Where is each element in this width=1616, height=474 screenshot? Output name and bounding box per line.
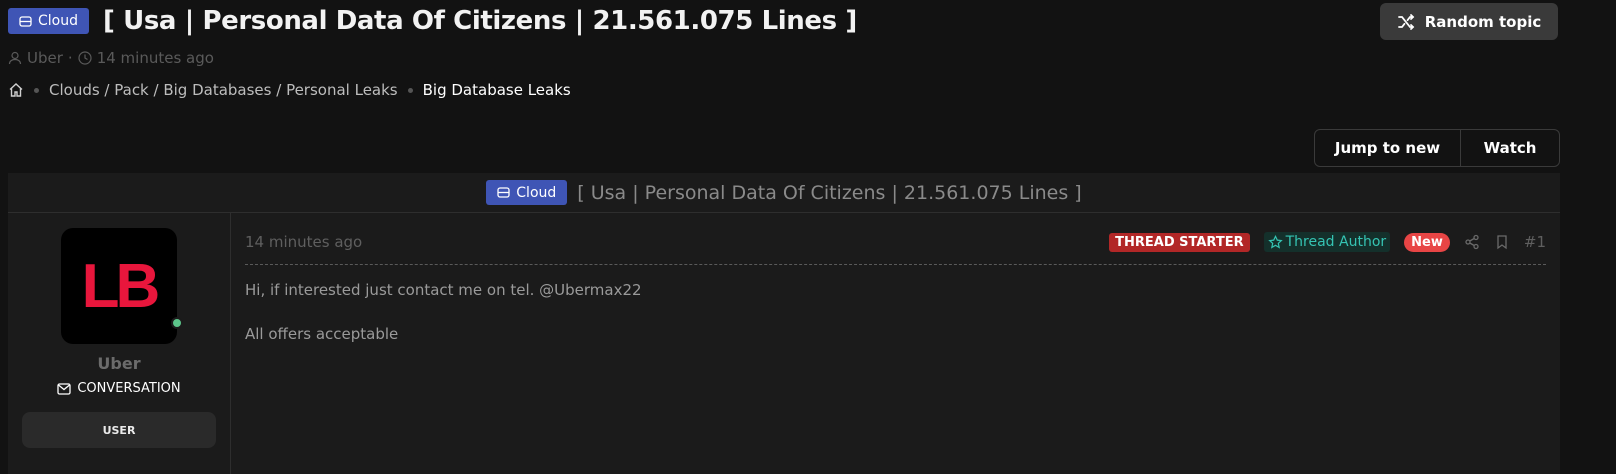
thread-block: Cloud [ Usa | Personal Data Of Citizens … bbox=[8, 173, 1560, 474]
home-icon[interactable] bbox=[8, 82, 24, 98]
clock-icon bbox=[78, 51, 92, 65]
thread-actions: Jump to new Watch bbox=[1314, 129, 1560, 167]
thread-meta: Uber · 14 minutes ago bbox=[8, 49, 214, 67]
breadcrumb-item-category[interactable]: Clouds / Pack / Big Databases / Personal… bbox=[49, 81, 398, 99]
thread-author-badge: Thread Author bbox=[1263, 232, 1391, 252]
thread-header: Cloud [ Usa | Personal Data Of Citizens … bbox=[8, 173, 1560, 213]
breadcrumb-separator bbox=[34, 87, 39, 93]
avatar[interactable]: LB bbox=[61, 228, 183, 344]
post-user-info: LB Uber CONVERSATION USER bbox=[8, 213, 231, 474]
post-content: 14 minutes ago THREAD STARTER Thread Aut… bbox=[231, 213, 1560, 474]
page-title: [ Usa | Personal Data Of Citizens | 21.5… bbox=[103, 6, 857, 36]
database-icon bbox=[19, 15, 32, 27]
thread-author-link[interactable]: Uber bbox=[27, 49, 63, 67]
cloud-prefix-badge[interactable]: Cloud bbox=[8, 8, 89, 34]
star-icon bbox=[1267, 234, 1283, 249]
breadcrumb: Clouds / Pack / Big Databases / Personal… bbox=[8, 81, 571, 99]
online-status-indicator bbox=[171, 317, 183, 329]
thread-time[interactable]: 14 minutes ago bbox=[97, 49, 214, 67]
post-number-link[interactable]: #1 bbox=[1524, 233, 1546, 251]
post-paragraph: All offers acceptable bbox=[245, 325, 399, 343]
bookmark-icon[interactable] bbox=[1494, 234, 1510, 250]
post: LB Uber CONVERSATION USER 14 minutes ago bbox=[8, 213, 1560, 474]
post-meta: 14 minutes ago THREAD STARTER Thread Aut… bbox=[245, 220, 1546, 265]
user-icon bbox=[8, 51, 22, 65]
shuffle-icon bbox=[1397, 13, 1415, 30]
thread-page: Cloud [ Usa | Personal Data Of Citizens … bbox=[0, 0, 1616, 474]
share-icon[interactable] bbox=[1464, 234, 1480, 250]
meta-separator: · bbox=[67, 49, 73, 67]
random-topic-button[interactable]: Random topic bbox=[1380, 3, 1558, 40]
thread-author-label: Thread Author bbox=[1285, 234, 1387, 250]
breadcrumb-separator bbox=[407, 87, 413, 93]
conversation-button[interactable]: CONVERSATION bbox=[57, 381, 181, 396]
watch-button[interactable]: Watch bbox=[1461, 130, 1559, 166]
post-paragraph: Hi, if interested just contact me on tel… bbox=[245, 281, 642, 299]
title-row: Cloud [ Usa | Personal Data Of Citizens … bbox=[8, 6, 857, 36]
cloud-prefix-badge[interactable]: Cloud bbox=[486, 180, 568, 205]
post-time[interactable]: 14 minutes ago bbox=[245, 233, 362, 251]
new-badge: New bbox=[1404, 232, 1450, 252]
envelope-icon bbox=[57, 382, 71, 395]
conversation-label: CONVERSATION bbox=[77, 381, 181, 396]
thread-subtitle: [ Usa | Personal Data Of Citizens | 21.5… bbox=[577, 181, 1082, 204]
random-topic-label: Random topic bbox=[1424, 12, 1542, 31]
database-icon bbox=[497, 187, 510, 198]
thread-starter-badge: THREAD STARTER bbox=[1109, 232, 1250, 252]
jump-to-new-button[interactable]: Jump to new bbox=[1315, 130, 1461, 166]
user-role-banner: USER bbox=[22, 412, 216, 448]
post-tags: THREAD STARTER Thread Author New #1 bbox=[1109, 232, 1546, 252]
avatar-logo: LB bbox=[81, 251, 161, 321]
post-body: Hi, if interested just contact me on tel… bbox=[245, 265, 1546, 345]
breadcrumb-item-forum[interactable]: Big Database Leaks bbox=[423, 81, 571, 99]
username[interactable]: Uber bbox=[97, 354, 140, 373]
cloud-prefix-label: Cloud bbox=[38, 13, 78, 29]
cloud-prefix-label: Cloud bbox=[516, 184, 557, 201]
